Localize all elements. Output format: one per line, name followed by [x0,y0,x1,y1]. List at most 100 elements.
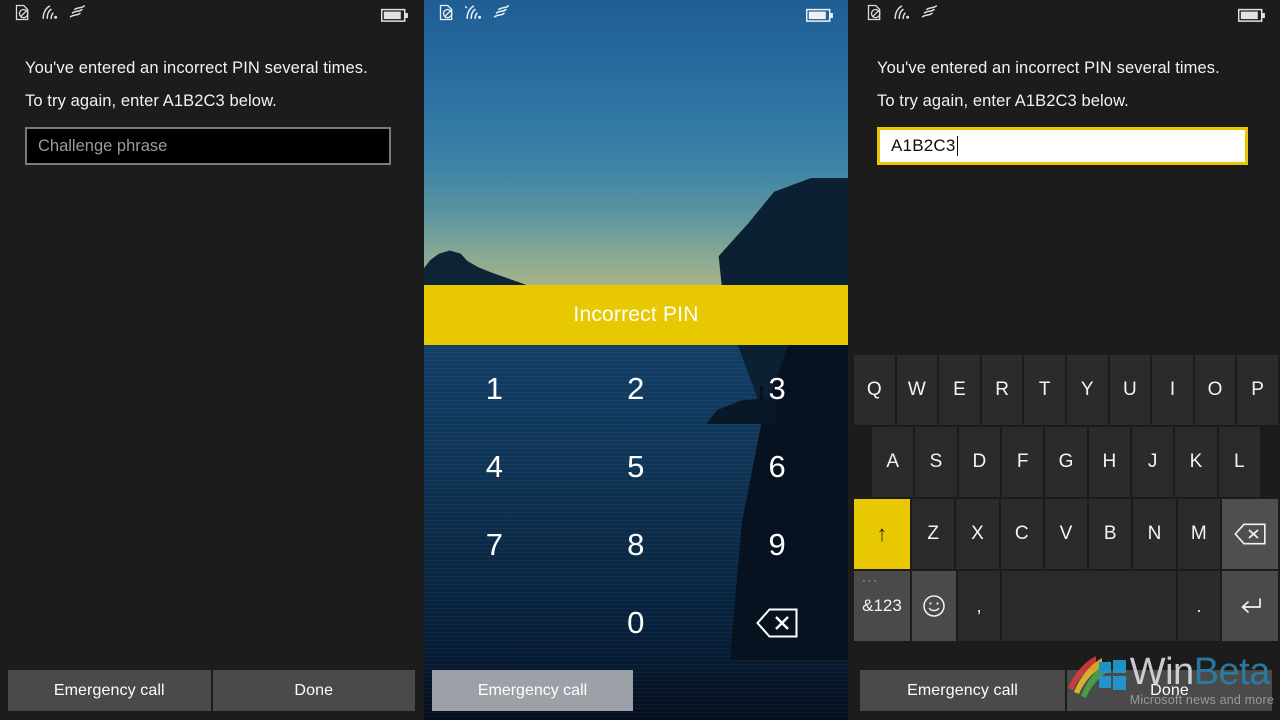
key-g[interactable]: G [1045,427,1087,497]
battery-icon [806,8,833,22]
emergency-call-button[interactable]: Emergency call [8,670,211,711]
no-sim-icon [14,4,31,26]
key-b[interactable]: B [1089,499,1132,569]
key-d[interactable]: D [958,427,1000,497]
incorrect-pin-message-line1: You've entered an incorrect PIN several … [25,59,368,77]
shift-key[interactable]: ↑ [854,499,910,569]
numpad-key-blank [424,584,565,662]
key-v[interactable]: V [1044,499,1088,569]
key-l[interactable]: L [1218,427,1260,497]
on-screen-keyboard: Q W E R T Y U I O P A S D F G H J K L ↑ … [852,355,1280,662]
key-n[interactable]: N [1133,499,1176,569]
numpad-key-7[interactable]: 7 [424,506,565,584]
enter-key[interactable] [1222,571,1278,641]
screenshot-stage: You've entered an incorrect PIN several … [0,0,1280,720]
keyboard-row-4: ··· &123 , . [852,571,1280,643]
comma-key[interactable]: , [958,571,1000,641]
numpad-key-6[interactable]: 6 [707,428,848,506]
emoji-key[interactable] [912,571,956,641]
battery-icon [1238,8,1265,22]
challenge-phrase-input[interactable]: Challenge phrase [25,127,391,165]
challenge-input-wrapper: A1B2C3 [852,111,1280,165]
numpad-key-0[interactable]: 0 [565,584,706,662]
key-y[interactable]: Y [1066,355,1108,425]
numpad-key-4[interactable]: 4 [424,428,565,506]
shift-arrow-icon: ↑ [876,521,888,546]
key-j[interactable]: J [1131,427,1174,497]
challenge-phrase-value: A1B2C3 [891,136,956,155]
challenge-input-wrapper: Challenge phrase [0,111,423,165]
challenge-content-left: You've entered an incorrect PIN several … [0,30,423,720]
key-c[interactable]: C [1000,499,1043,569]
numpad-backspace-key[interactable] [707,584,848,662]
backspace-icon [1234,523,1266,545]
challenge-instruction-line2: To try again, enter A1B2C3 below. [25,92,277,110]
challenge-phrase-input[interactable]: A1B2C3 [877,127,1248,165]
no-sim-icon [866,4,883,26]
key-f[interactable]: F [1001,427,1044,497]
phone-panel-right: You've entered an incorrect PIN several … [852,0,1280,720]
numpad-key-2[interactable]: 2 [565,350,706,428]
more-options-dots-icon: ··· [862,575,879,587]
key-q[interactable]: Q [854,355,895,425]
keyboard-row-3: ↑ Z X C V B N M [852,499,1280,571]
no-sim-icon [438,4,455,26]
smiley-icon [923,595,945,617]
keyboard-row-1: Q W E R T Y U I O P [852,355,1280,427]
key-p[interactable]: P [1237,355,1278,425]
status-bar [424,0,848,30]
space-key[interactable] [1002,571,1176,641]
enter-arrow-icon [1241,598,1261,613]
key-h[interactable]: H [1088,427,1130,497]
battery-indicator [806,8,834,23]
key-i[interactable]: I [1152,355,1193,425]
bottom-app-bar-middle: Emergency call [424,662,848,720]
key-k[interactable]: K [1175,427,1217,497]
symbols-key-label: &123 [862,596,902,615]
numpad-key-9[interactable]: 9 [707,506,848,584]
done-button[interactable]: Done [1067,670,1272,711]
incorrect-pin-message-line1: You've entered an incorrect PIN several … [877,59,1220,77]
key-w[interactable]: W [896,355,938,425]
done-button[interactable]: Done [212,670,415,711]
status-bar-icons [866,4,940,26]
text-caret [956,136,959,156]
key-e[interactable]: E [939,355,980,425]
backspace-key[interactable] [1221,499,1278,569]
emergency-call-button[interactable]: Emergency call [860,670,1065,711]
numpad-key-8[interactable]: 8 [565,506,706,584]
wifi-icon [40,4,59,26]
key-x[interactable]: X [956,499,999,569]
key-m[interactable]: M [1177,499,1220,569]
key-s[interactable]: S [915,427,957,497]
key-t[interactable]: T [1024,355,1065,425]
challenge-phrase-placeholder: Challenge phrase [38,136,168,155]
wifi-icon [464,4,483,26]
key-z[interactable]: Z [912,499,955,569]
battery-icon [381,8,408,22]
symbols-key[interactable]: ··· &123 [854,571,910,641]
key-o[interactable]: O [1194,355,1236,425]
cellular-data-icon [68,4,88,26]
backspace-icon [756,608,798,638]
incorrect-pin-banner: Incorrect PIN [424,285,848,345]
key-r[interactable]: R [981,355,1023,425]
key-u[interactable]: U [1109,355,1151,425]
numpad-key-3[interactable]: 3 [707,350,848,428]
cellular-data-icon [920,4,940,26]
status-bar-icons [438,4,512,26]
phone-panel-middle: Incorrect PIN 1 2 3 4 5 6 7 8 9 0 Emerge… [424,0,848,720]
numpad-key-1[interactable]: 1 [424,350,565,428]
period-key[interactable]: . [1178,571,1220,641]
bottom-app-bar-left: Emergency call Done [0,662,423,720]
wifi-icon [892,4,911,26]
key-a[interactable]: A [872,427,914,497]
cellular-data-icon [492,4,512,26]
bottom-app-bar-right: Emergency call Done [852,662,1280,720]
status-bar [852,0,1280,30]
keyboard-row-2: A S D F G H J K L [852,427,1280,499]
status-bar [0,0,423,30]
emergency-call-button[interactable]: Emergency call [432,670,633,711]
battery-indicator [381,8,409,23]
numpad-key-5[interactable]: 5 [565,428,706,506]
